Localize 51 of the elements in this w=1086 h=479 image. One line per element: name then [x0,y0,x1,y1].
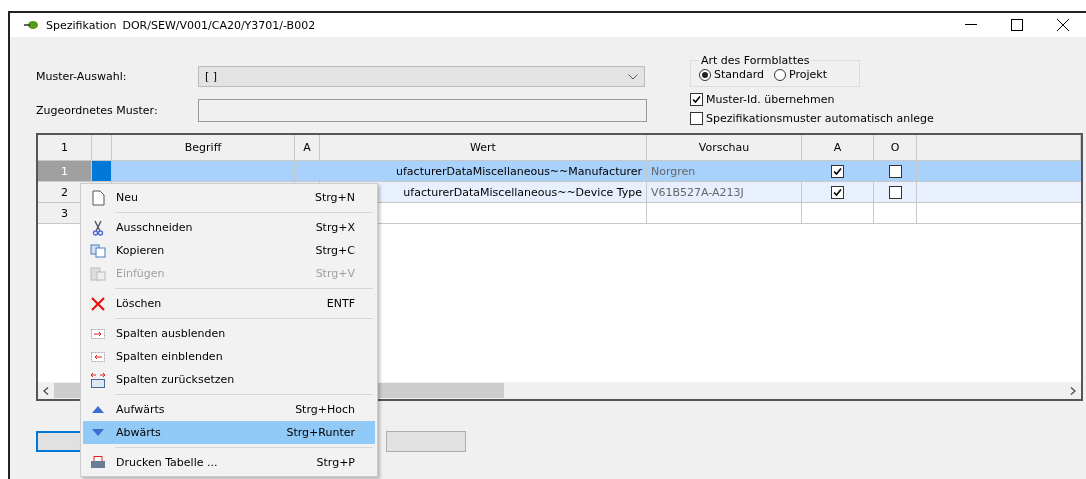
column-header[interactable]: A [802,135,874,161]
column-show-icon [91,351,105,362]
app-icon [24,20,40,30]
menu-item[interactable]: Aufwärts Strg+Hoch [83,398,375,421]
checkbox[interactable] [831,185,844,199]
radio-option[interactable]: Projekt [774,68,827,81]
input-field[interactable] [198,99,647,122]
column-hide-icon [91,328,105,339]
chevron-right-icon [1070,386,1076,395]
checkmark-icon [833,166,842,176]
checkmark-icon [833,187,842,197]
chevron-icon [628,73,638,80]
menu-item[interactable]: Abwärts Strg+Runter [83,421,375,444]
checkbox[interactable] [831,164,844,178]
group-title: Art des Formblattes [700,54,811,67]
column-reset-icon [90,371,106,388]
menu-item[interactable]: Drucken Tabelle ... Strg+P [83,451,375,474]
minimize-icon [965,24,977,26]
arrow-down-icon [92,429,104,436]
column-header[interactable]: O [874,135,917,161]
column-header[interactable]: A [295,135,320,161]
paste-icon [90,266,106,281]
radio-option[interactable]: Standard [699,68,765,81]
window-title: Spezifikation [46,18,117,32]
column-header[interactable]: Wert [320,135,647,161]
menu-item[interactable]: Spalten zurücksetzen [83,368,375,391]
copy-icon [90,243,106,258]
checkbox-option[interactable]: Spezifikationsmuster automatisch anlege [690,112,934,125]
checkbox-option[interactable]: Muster-Id. übernehmen [690,93,934,106]
menu-item[interactable]: Spalten einblenden [83,345,375,368]
checkbox[interactable] [888,164,902,178]
close-icon [91,296,105,311]
checkmark-icon [692,95,701,104]
column-header: 1 [38,135,92,161]
menu-item[interactable]: Kopieren Strg+C [83,239,375,262]
arrow-up-icon [92,406,104,413]
maximize-icon [1011,19,1023,31]
field-label: Muster-Auswahl: [36,70,128,83]
checkbox[interactable] [888,185,902,199]
menu-item[interactable]: Spalten ausblenden [83,322,375,345]
dropdown-field[interactable]: [ ] [198,66,645,87]
scissors-icon [92,219,104,236]
column-header[interactable]: Vorschau [647,135,802,161]
printer-icon [90,455,106,470]
chevron-left-icon [43,386,49,395]
menu-item[interactable]: Löschen ENTF [83,292,375,315]
column-header[interactable]: Begriff [112,135,295,161]
column-header [92,135,112,161]
window-path: DOR/SEW/V001/CA20/Y3701/-B002 [122,18,316,32]
field-label: Zugeordnetes Muster: [36,104,159,117]
close-icon [1057,19,1069,31]
